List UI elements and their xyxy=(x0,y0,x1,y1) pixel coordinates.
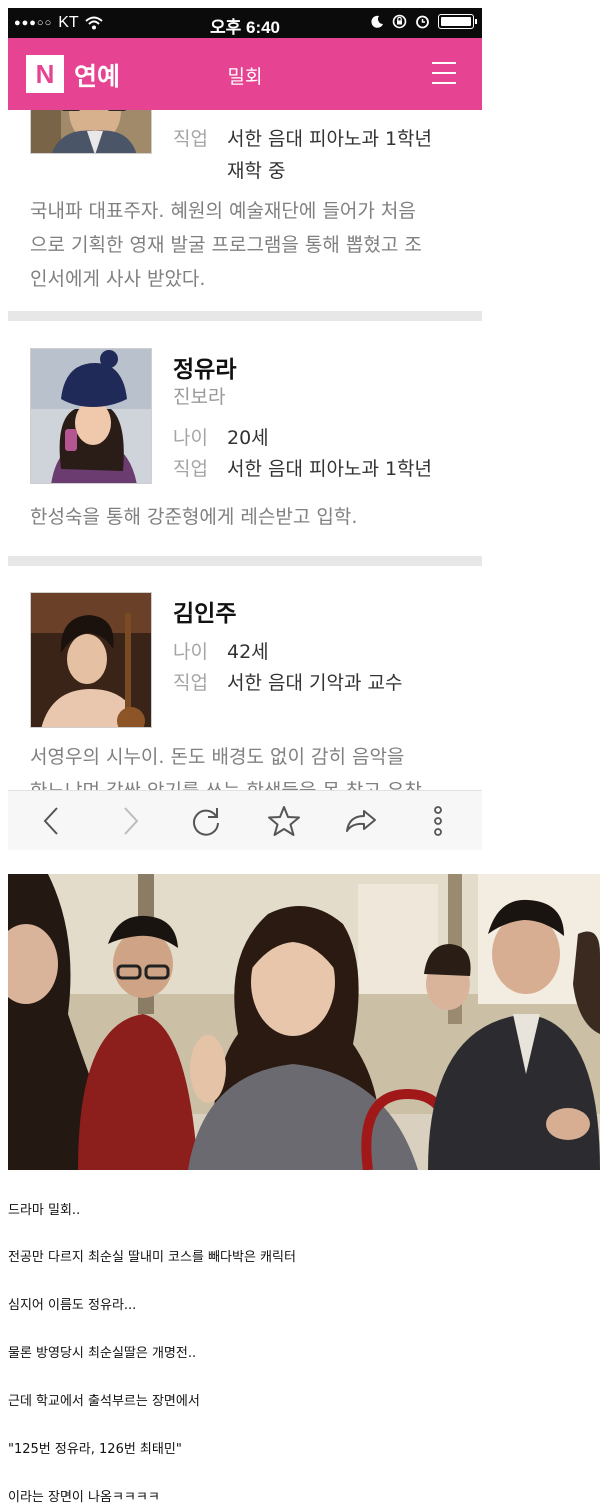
job-label: 직업 xyxy=(173,128,208,150)
caption-line: 심지어 이름도 정유라... xyxy=(8,1298,137,1313)
cast-photo[interactable] xyxy=(30,592,152,728)
page-title: 밀회 xyxy=(227,66,263,88)
age-label: 나이 xyxy=(173,641,208,663)
age-value: 20세 xyxy=(227,427,269,449)
job-value: 서한 음대 기악과 교수 xyxy=(227,672,403,694)
cast-age: 나이 20세 xyxy=(173,423,269,450)
back-icon xyxy=(43,807,58,835)
forward-icon xyxy=(124,807,139,835)
forward-button[interactable] xyxy=(100,791,160,850)
cast-role[interactable]: 진보라 xyxy=(173,382,225,409)
app-bar: N 연예 밀회 xyxy=(8,38,482,110)
cast-name[interactable]: 김인주 xyxy=(173,594,236,628)
cast-list: 직업 서한 음대 피아노과 1학년 재학 중 국내파 대표주자. 혜원의 예술재단… xyxy=(8,110,482,790)
phone-screenshot: ●●●○○ KT 오후 6:40 N 연예 밀회 직업 서한 음대 피아노과 1… xyxy=(8,8,482,850)
alarm-icon xyxy=(416,15,429,29)
caption-line: 드라마 밀회.. xyxy=(8,1203,81,1218)
cast-job: 직업 서한 음대 기악과 교수 xyxy=(173,668,402,695)
age-value: 42세 xyxy=(227,641,269,663)
cast-job-line2: 재학 중 xyxy=(227,160,286,182)
caption-line: 이라는 장면이 나옴ㅋㅋㅋㅋ xyxy=(8,1490,160,1505)
cast-description: 한성숙을 통해 강준형에게 레슨받고 입학. xyxy=(30,506,358,528)
job-value: 서한 음대 피아노과 1학년 xyxy=(227,458,433,480)
moon-icon xyxy=(371,15,383,28)
cast-job: 직업 서한 음대 피아노과 1학년 xyxy=(173,454,432,481)
caption-line: 근데 학교에서 출석부르는 장면에서 xyxy=(8,1394,200,1409)
reload-button[interactable] xyxy=(176,791,236,850)
cast-age: 나이 42세 xyxy=(173,637,269,664)
reload-icon xyxy=(193,808,219,836)
caption-line: 물론 방영당시 최순실딸은 개명전.. xyxy=(8,1346,197,1361)
cast-photo[interactable] xyxy=(30,110,152,154)
drama-scene-photo xyxy=(8,874,600,1170)
status-bar: ●●●○○ KT 오후 6:40 xyxy=(8,8,482,38)
cast-description: 국내파 대표주자. 혜원의 예술재단에 들어가 처음 으로 기획한 영재 발굴 … xyxy=(30,200,422,290)
battery-icon xyxy=(438,14,477,29)
rotation-lock-icon xyxy=(392,14,407,29)
caption-line: "125번 정유라, 126번 최태민" xyxy=(8,1442,182,1457)
section-divider xyxy=(8,556,482,566)
more-icon xyxy=(434,806,442,836)
cast-photo[interactable] xyxy=(30,348,152,484)
bookmark-button[interactable] xyxy=(253,791,313,850)
share-icon xyxy=(346,810,376,832)
more-button[interactable] xyxy=(408,791,468,850)
age-label: 나이 xyxy=(173,427,208,449)
cast-job: 직업 서한 음대 피아노과 1학년 xyxy=(173,124,432,151)
star-icon xyxy=(268,806,300,836)
cast-name[interactable]: 정유라 xyxy=(173,350,236,384)
job-label: 직업 xyxy=(173,458,208,480)
hamburger-menu-icon[interactable] xyxy=(432,62,456,84)
job-label: 직업 xyxy=(173,672,208,694)
caption-line: 전공만 다르지 최순실 딸내미 코스를 빼다박은 캐릭터 xyxy=(8,1250,296,1265)
section-divider xyxy=(8,311,482,321)
browser-toolbar xyxy=(8,790,482,850)
back-button[interactable] xyxy=(22,791,82,850)
job-value: 서한 음대 피아노과 1학년 xyxy=(227,128,433,150)
cast-description: 서영우의 시누이. 돈도 배경도 없이 감히 음악을 한느냐며 갑싼 악기를 쓰… xyxy=(30,746,422,790)
share-button[interactable] xyxy=(330,791,390,850)
